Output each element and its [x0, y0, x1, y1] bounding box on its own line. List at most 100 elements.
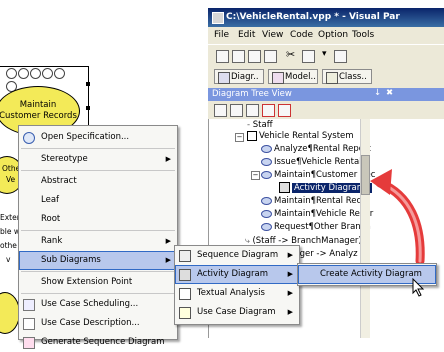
menu-file[interactable]: File	[214, 30, 229, 40]
submenu-arrow-icon: ▶	[287, 308, 293, 316]
menu-separator	[21, 293, 175, 294]
sequence-diagram-icon	[179, 250, 191, 262]
tree-item-use-case[interactable]: Maintain¶Vehicle Recor	[261, 208, 373, 220]
menu-code[interactable]: Code	[290, 30, 313, 40]
dropdown-arrow-icon[interactable]: ▾	[322, 49, 333, 60]
selection-handle[interactable]	[86, 106, 90, 110]
print-icon[interactable]	[264, 50, 277, 63]
menu-item-leaf[interactable]: Leaf	[19, 191, 177, 210]
generate-icon	[23, 337, 35, 349]
tree-label: Vehicle Rental System	[259, 131, 354, 141]
tab-class-repository[interactable]: Class..	[322, 69, 372, 84]
pin-icon[interactable]: ↓	[374, 88, 381, 98]
menu-item-label: Sub Diagrams	[41, 255, 101, 265]
tree-label: Issue¶Vehicle Rental	[274, 157, 362, 167]
save-icon[interactable]	[248, 50, 261, 63]
diagram-text-fragment: ble w	[0, 227, 20, 236]
menu-item-label: Show Extension Point	[41, 277, 133, 287]
menu-item-sub-diagrams[interactable]: Sub Diagrams ▶	[19, 251, 177, 270]
open-icon[interactable]	[232, 50, 245, 63]
submenu-arrow-icon: ▶	[287, 289, 293, 297]
mini-tool-icon[interactable]	[30, 68, 41, 79]
tree-tool-icon[interactable]	[246, 104, 259, 117]
use-case-icon	[261, 209, 272, 218]
tree-scrollbar[interactable]	[360, 119, 370, 338]
mini-tool-icon[interactable]	[42, 68, 53, 79]
menu-edit[interactable]: Edit	[238, 30, 255, 40]
tree-item-use-case[interactable]: Maintain¶Rental Recor	[261, 195, 370, 207]
diagram-tree-view-header: Diagram Tree View ↓ ✖	[208, 88, 444, 101]
menu-item-label: Root	[41, 214, 61, 224]
menu-option[interactable]: Option	[318, 30, 348, 40]
tree-item-activity-diagram1[interactable]: Activity Diagram1	[279, 182, 373, 194]
tree-item-use-case[interactable]: Issue¶Vehicle Rental	[261, 156, 362, 168]
menu-item-activity-diagram[interactable]: Activity Diagram ▶	[175, 265, 299, 284]
tree-item-use-case[interactable]: Request¶Other Branch	[261, 221, 371, 233]
menu-separator	[21, 170, 175, 171]
menu-item-textual-analysis[interactable]: Textual Analysis ▶	[175, 284, 299, 303]
tree-label: Staff	[252, 120, 273, 130]
menu-item-root[interactable]: Root	[19, 210, 177, 229]
tree-tool-icon[interactable]	[230, 104, 243, 117]
title-bar[interactable]: C:\VehicleRental.vpp * - Visual Par	[208, 8, 444, 27]
menu-separator	[21, 230, 175, 231]
activity-diagram-icon	[179, 269, 191, 281]
diagram-text-fragment: Ve	[6, 175, 16, 184]
new-icon[interactable]	[216, 50, 229, 63]
sort-icon[interactable]	[278, 104, 291, 117]
spec-icon	[23, 132, 35, 144]
menu-item-abstract[interactable]: Abstract	[19, 172, 177, 191]
collapse-icon[interactable]: −	[235, 133, 244, 142]
menu-item-label: Textual Analysis	[197, 288, 265, 298]
menu-item-stereotype[interactable]: Stereotype ▶	[19, 150, 177, 169]
menu-item-label: Abstract	[41, 176, 77, 186]
cut-icon[interactable]: ✂	[286, 48, 297, 61]
paste-icon[interactable]	[334, 50, 347, 63]
tab-label: Model..	[285, 72, 316, 82]
annotation-arrow-icon	[370, 169, 425, 265]
close-icon[interactable]: ✖	[386, 88, 393, 98]
menu-item-open-specification[interactable]: Open Specification...	[19, 128, 177, 147]
menu-item-use-case-description[interactable]: Use Case Description...	[19, 314, 177, 333]
scrollbar-thumb[interactable]	[361, 155, 370, 195]
diagram-text-fragment: othe	[0, 241, 17, 250]
mouse-cursor-icon	[412, 278, 425, 297]
menu-separator	[21, 148, 175, 149]
menu-item-use-case-scheduling[interactable]: Use Case Scheduling...	[19, 295, 177, 314]
tree-toolbar	[208, 101, 444, 119]
tree-item-use-case[interactable]: Maintain¶Customer Rec	[261, 169, 375, 181]
menu-item-label: Open Specification...	[41, 132, 130, 142]
diagram-mini-toolbar	[6, 68, 76, 92]
panel-title: Diagram Tree View	[212, 89, 292, 99]
menu-item-label: Sequence Diagram	[197, 250, 279, 260]
mini-tool-icon[interactable]	[18, 68, 29, 79]
menu-item-use-case-diagram[interactable]: Use Case Diagram ▶	[175, 303, 299, 322]
selection-handle[interactable]	[86, 82, 90, 86]
tab-diagram-navigator[interactable]: Diagr..	[214, 69, 264, 84]
menu-separator	[21, 271, 175, 272]
menu-item-label: Rank	[41, 236, 63, 246]
menu-item-sequence-diagram[interactable]: Sequence Diagram ▶	[175, 246, 299, 265]
tree-tool-icon[interactable]	[214, 104, 227, 117]
collapse-icon[interactable]: −	[251, 171, 260, 180]
class-tab-icon	[326, 72, 338, 84]
use-case-icon	[261, 157, 272, 166]
menu-item-show-extension-point[interactable]: Show Extension Point	[19, 273, 177, 292]
tree-item-vehicle-rental-system[interactable]: Vehicle Rental System	[247, 130, 354, 142]
sort-icon[interactable]	[262, 104, 275, 117]
mini-tool-icon[interactable]	[54, 68, 65, 79]
mini-tool-icon[interactable]	[6, 68, 17, 79]
menu-item-label: Use Case Diagram	[197, 307, 276, 317]
tree-item-use-case[interactable]: Analyze¶Rental Report	[261, 143, 371, 155]
diagram-text-fragment: v	[6, 255, 11, 264]
tab-model-tree[interactable]: Model..	[268, 69, 318, 84]
menu-item-label: Create Activity Diagram	[320, 269, 422, 279]
description-icon	[23, 318, 35, 330]
view-tabs: Diagr.. Model.. Class..	[208, 66, 444, 88]
copy-icon[interactable]	[302, 50, 315, 63]
menu-tools[interactable]: Tools	[352, 30, 374, 40]
tab-label: Class..	[339, 72, 367, 82]
menu-item-rank[interactable]: Rank ▶	[19, 232, 177, 251]
menu-item-generate-sequence-diagram[interactable]: Generate Sequence Diagram	[19, 333, 177, 352]
menu-view[interactable]: View	[262, 30, 283, 40]
